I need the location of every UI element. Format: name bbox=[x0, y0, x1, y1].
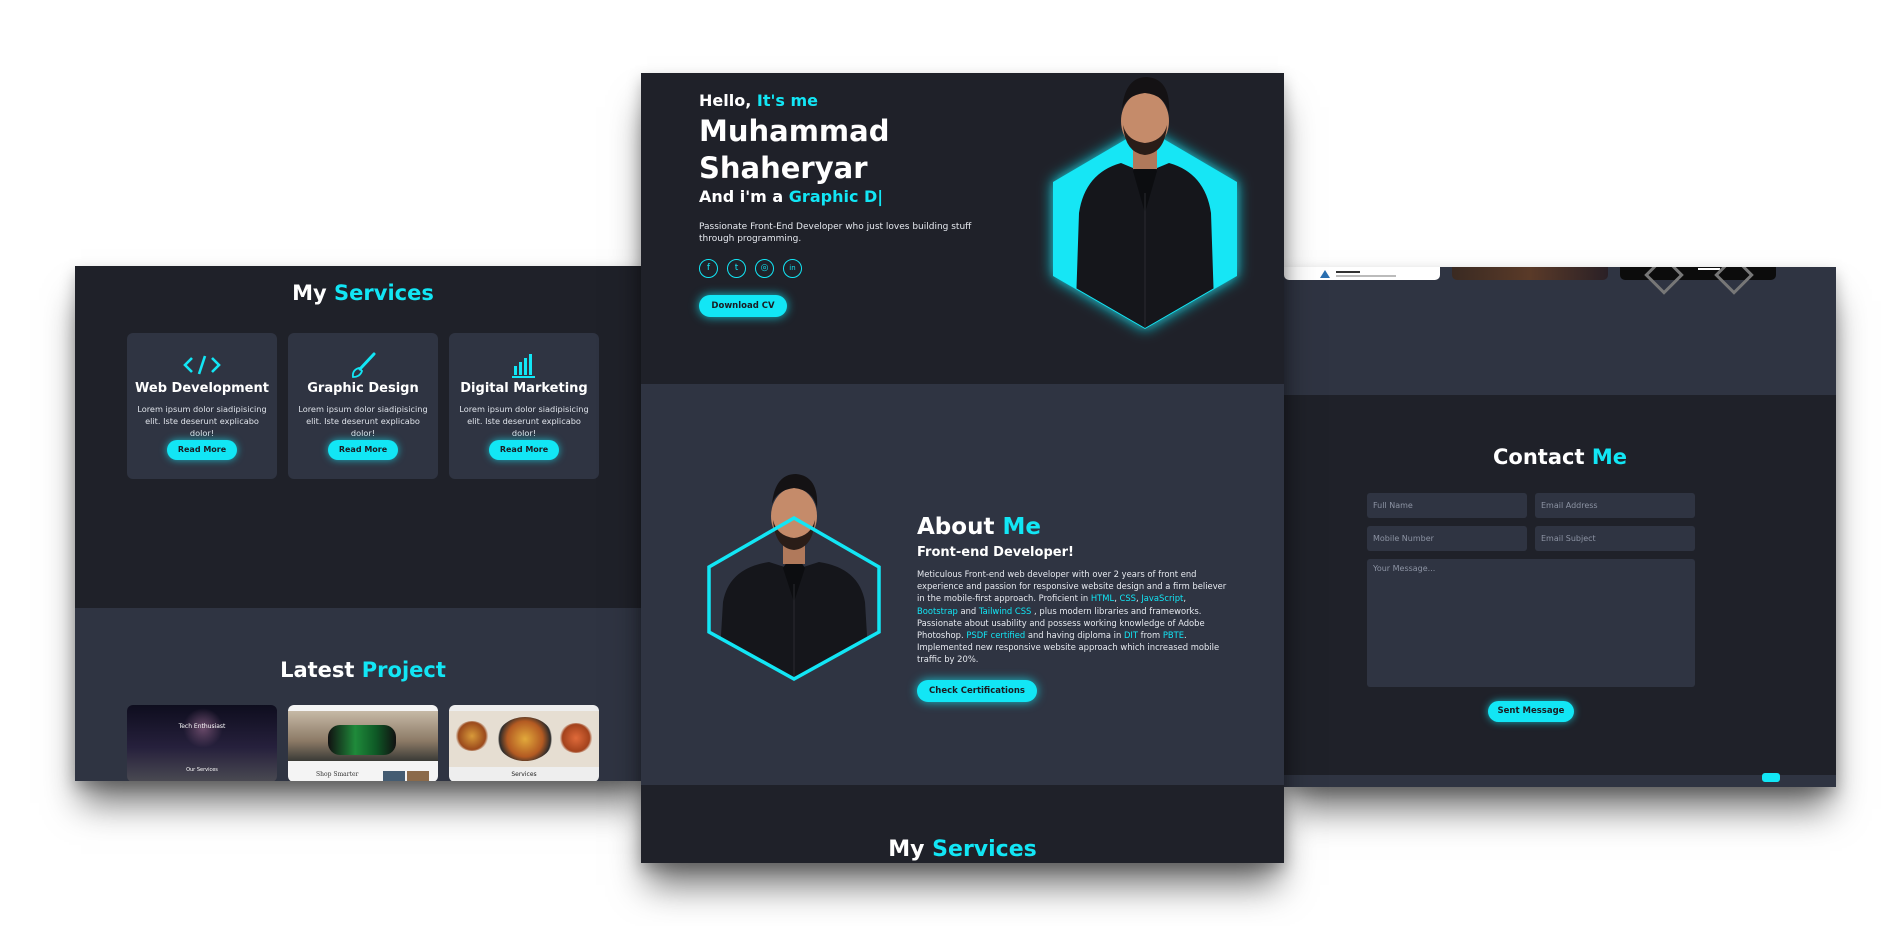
thumb-line bbox=[1336, 271, 1360, 273]
card-desc: Lorem ipsum dolor siadipisicing elit. Is… bbox=[137, 404, 267, 438]
latest-project-section: Latest Project Tech Enthusiast Our Servi… bbox=[75, 608, 651, 781]
mobile-input[interactable]: Mobile Number bbox=[1367, 526, 1527, 551]
food-plate bbox=[455, 721, 489, 751]
download-cv-button[interactable]: Download CV bbox=[699, 295, 787, 317]
read-more-button[interactable]: Read More bbox=[328, 440, 398, 460]
hero-name: Muhammad Shaheryar bbox=[699, 114, 890, 185]
footer-strip bbox=[1284, 773, 1836, 787]
subject-input[interactable]: Email Subject bbox=[1535, 526, 1695, 551]
email-input[interactable]: Email Address bbox=[1535, 493, 1695, 518]
services-title: My Services bbox=[292, 281, 434, 305]
card-title: Digital Marketing bbox=[460, 381, 588, 396]
services-title: My Services bbox=[888, 837, 1037, 862]
thumb-shape bbox=[1714, 267, 1754, 295]
project-thumb-cut bbox=[1452, 267, 1608, 280]
about-section: About Me Front-end Developer! Meticulous… bbox=[641, 384, 1284, 785]
message-textarea[interactable]: Your Message... bbox=[1367, 559, 1695, 687]
code-icon bbox=[127, 351, 277, 379]
thumb-photo bbox=[383, 771, 405, 781]
food-bowl bbox=[497, 717, 553, 761]
thumb-caption: Services bbox=[511, 771, 537, 778]
contact-preview: Contact Me Full Name Email Address Mobil… bbox=[1284, 267, 1836, 787]
food-plate bbox=[559, 723, 593, 753]
paintbrush-icon bbox=[288, 351, 438, 379]
thumb-caption: Shop Smarter bbox=[316, 771, 359, 778]
projects-strip bbox=[1284, 267, 1836, 395]
portfolio-main-preview: Hello, It's me Muhammad Shaheryar And i'… bbox=[641, 73, 1284, 863]
card-title: Web Development bbox=[135, 381, 269, 396]
logo-triangle bbox=[1320, 270, 1330, 278]
check-certifications-button[interactable]: Check Certifications bbox=[917, 680, 1037, 702]
card-desc: Lorem ipsum dolor siadipisicing elit. Is… bbox=[459, 404, 589, 438]
hero-section: Hello, It's me Muhammad Shaheryar And i'… bbox=[641, 73, 1284, 384]
contact-title: Contact Me bbox=[1493, 445, 1627, 469]
bar-chart-icon bbox=[449, 351, 599, 379]
thumb-caption: Our Services bbox=[186, 767, 218, 773]
project-title: Latest Project bbox=[280, 658, 446, 682]
thumb-line bbox=[1336, 275, 1396, 277]
project-thumb-2[interactable]: Shop Smarter bbox=[288, 705, 438, 781]
services-project-preview: My Services Web Development Lorem ipsum … bbox=[75, 266, 651, 781]
project-thumb-cut bbox=[1284, 267, 1440, 280]
thumb-line bbox=[1698, 268, 1720, 270]
hero-portrait bbox=[1025, 73, 1265, 353]
read-more-button[interactable]: Read More bbox=[489, 440, 559, 460]
hero-tagline: Passionate Front-End Developer who just … bbox=[699, 222, 972, 244]
project-thumb-cut bbox=[1620, 267, 1776, 295]
service-card-marketing: Digital Marketing Lorem ipsum dolor siad… bbox=[449, 333, 599, 479]
project-thumb-3[interactable]: Services bbox=[449, 705, 599, 781]
service-card-web: Web Development Lorem ipsum dolor siadip… bbox=[127, 333, 277, 479]
facebook-icon[interactable]: f bbox=[699, 259, 718, 278]
thumb-shape bbox=[1644, 267, 1684, 295]
hero-greeting: Hello, It's me bbox=[699, 91, 818, 110]
twitter-icon[interactable]: t bbox=[727, 259, 746, 278]
service-card-graphic: Graphic Design Lorem ipsum dolor siadipi… bbox=[288, 333, 438, 479]
contact-section: Contact Me Full Name Email Address Mobil… bbox=[1284, 395, 1836, 775]
send-message-button[interactable]: Sent Message bbox=[1488, 701, 1574, 722]
about-portrait bbox=[699, 472, 889, 682]
services-section-bottom: My Services bbox=[641, 785, 1284, 863]
scroll-top-button[interactable] bbox=[1762, 773, 1780, 782]
full-name-input[interactable]: Full Name bbox=[1367, 493, 1527, 518]
services-section: My Services Web Development Lorem ipsum … bbox=[75, 266, 651, 608]
instagram-icon[interactable]: ◎ bbox=[755, 259, 774, 278]
hero-role: And i'm a Graphic D| bbox=[699, 187, 884, 206]
about-subtitle: Front-end Developer! bbox=[917, 545, 1074, 560]
linkedin-icon[interactable]: in bbox=[783, 259, 802, 278]
card-desc: Lorem ipsum dolor siadipisicing elit. Is… bbox=[298, 404, 428, 438]
card-title: Graphic Design bbox=[307, 381, 419, 396]
read-more-button[interactable]: Read More bbox=[167, 440, 237, 460]
motorbike-shape bbox=[328, 725, 396, 755]
project-thumb-1[interactable]: Tech Enthusiast Our Services bbox=[127, 705, 277, 781]
about-paragraph: Meticulous Front-end web developer with … bbox=[917, 569, 1227, 665]
thumb-photo bbox=[407, 771, 429, 781]
about-title: About Me bbox=[917, 514, 1041, 540]
thumb-caption: Tech Enthusiast bbox=[178, 723, 226, 730]
